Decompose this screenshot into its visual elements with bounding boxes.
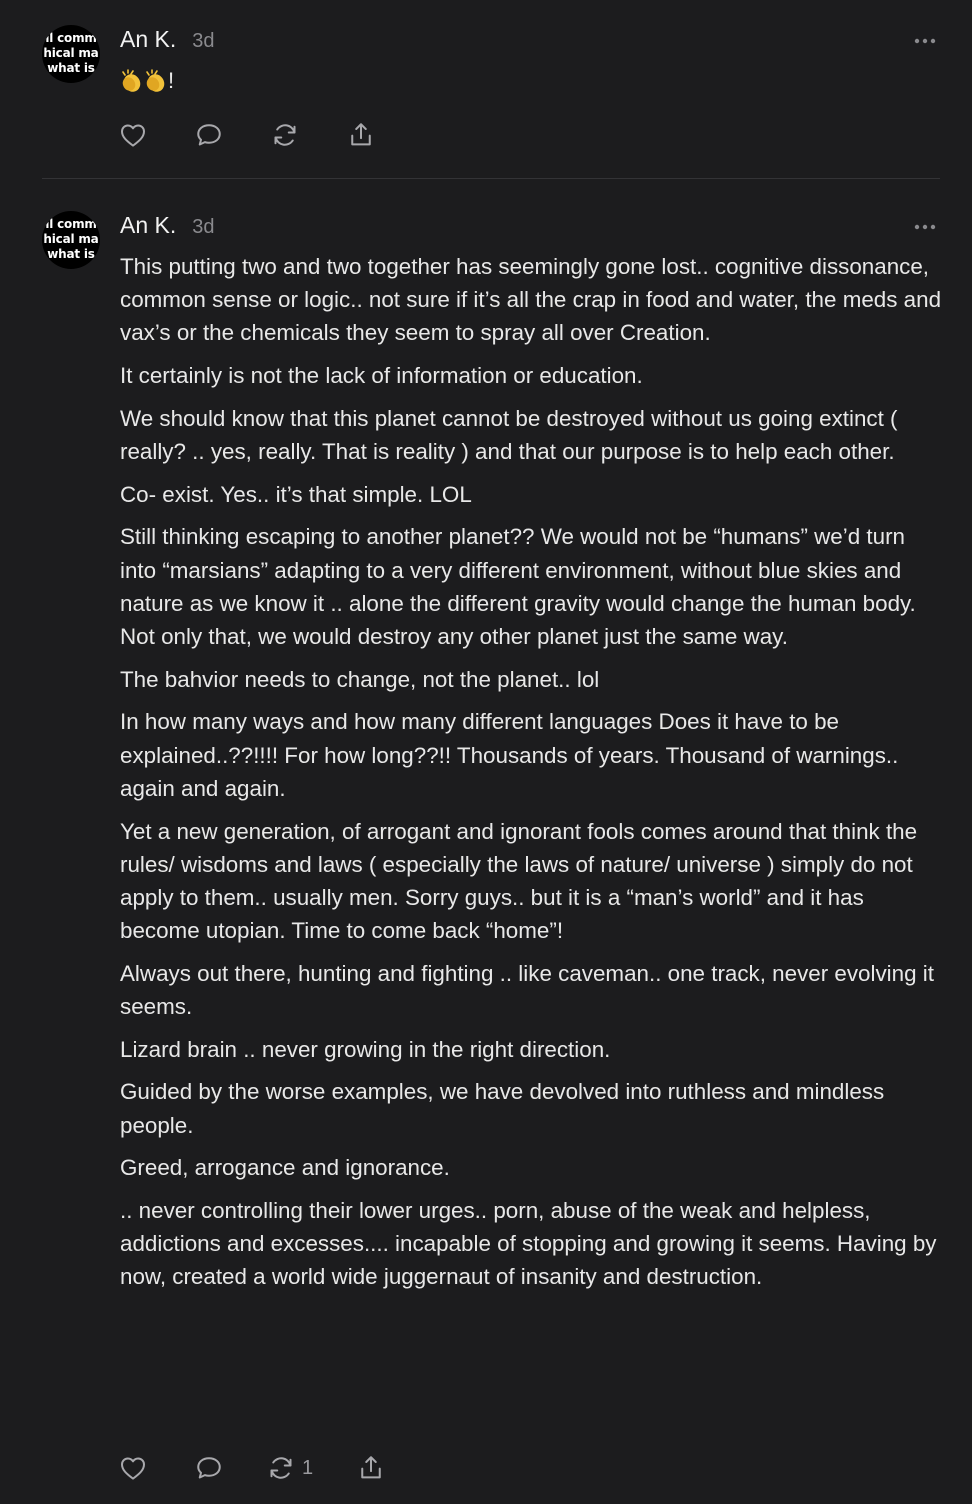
comment-paragraph: Guided by the worse examples, we have de… bbox=[120, 1079, 885, 1138]
share-button[interactable] bbox=[346, 118, 376, 152]
comment-paragraph: In how many ways and how many different … bbox=[120, 709, 899, 801]
reply-button[interactable] bbox=[194, 1451, 224, 1485]
more-dots-icon bbox=[914, 38, 936, 44]
like-button[interactable] bbox=[118, 1451, 148, 1485]
comment-paragraph: The bahvior needs to change, not the pla… bbox=[120, 666, 600, 692]
comment-paragraph: This putting two and two together has se… bbox=[120, 254, 942, 346]
comment-paragraph: Still thinking escaping to another plane… bbox=[120, 524, 916, 650]
more-options-button[interactable] bbox=[908, 220, 942, 234]
comment-paragraph: It certainly is not the lack of informat… bbox=[120, 363, 643, 389]
share-icon bbox=[351, 123, 371, 146]
avatar-text-line: hical ma bbox=[43, 46, 99, 60]
timestamp[interactable]: 3d bbox=[192, 30, 214, 53]
comment-header: An K. 3d bbox=[120, 26, 215, 56]
emoji-suffix: ! bbox=[168, 68, 175, 93]
restack-icon bbox=[274, 124, 296, 146]
avatar[interactable]: ll comm hical ma what is bbox=[42, 25, 100, 83]
heart-icon bbox=[121, 1457, 145, 1480]
comment-body: This putting two and two together has se… bbox=[120, 250, 945, 1303]
avatar-text-line: ll comm bbox=[45, 217, 97, 231]
reply-button[interactable] bbox=[194, 118, 224, 152]
restack-button[interactable] bbox=[270, 118, 306, 152]
author-name[interactable]: An K. bbox=[120, 26, 176, 53]
share-button[interactable] bbox=[356, 1451, 386, 1485]
restack-count: 1 bbox=[302, 1456, 314, 1479]
comment-header: An K. 3d bbox=[120, 212, 215, 242]
avatar-text-line: ll comm bbox=[45, 31, 97, 45]
comment-paragraph: Yet a new generation, of arrogant and ig… bbox=[120, 818, 918, 944]
heart-icon bbox=[121, 124, 145, 147]
comment-body: ! bbox=[120, 66, 945, 96]
comment-paragraph: .. never controlling their lower urges..… bbox=[120, 1198, 937, 1290]
restack-icon bbox=[270, 1457, 292, 1479]
avatar-text-line: what is bbox=[47, 247, 95, 261]
timestamp[interactable]: 3d bbox=[192, 216, 214, 239]
avatar-text-line: hical ma bbox=[43, 232, 99, 246]
comment-icon bbox=[197, 1457, 221, 1479]
avatar[interactable]: ll comm hical ma what is bbox=[42, 211, 100, 269]
like-button[interactable] bbox=[118, 118, 148, 152]
share-icon bbox=[361, 1456, 381, 1479]
comment-paragraph: Greed, arrogance and ignorance. bbox=[120, 1155, 450, 1181]
clapping-hands-icon bbox=[122, 69, 165, 92]
comment-paragraph: We should know that this planet cannot b… bbox=[120, 405, 898, 465]
comment-paragraph: Lizard brain .. never growing in the rig… bbox=[120, 1036, 611, 1062]
divider bbox=[42, 178, 940, 179]
restack-button[interactable]: 1 bbox=[266, 1451, 313, 1485]
author-name[interactable]: An K. bbox=[120, 212, 176, 239]
avatar-text-line: what is bbox=[47, 61, 95, 75]
more-dots-icon bbox=[914, 224, 936, 230]
more-options-button[interactable] bbox=[908, 34, 942, 48]
comment-icon bbox=[197, 124, 221, 146]
comment-paragraph: Always out there, hunting and fighting .… bbox=[120, 960, 934, 1020]
comment-paragraph: Co- exist. Yes.. it’s that simple. LOL bbox=[120, 481, 472, 507]
emoji-line: ! bbox=[120, 66, 945, 96]
